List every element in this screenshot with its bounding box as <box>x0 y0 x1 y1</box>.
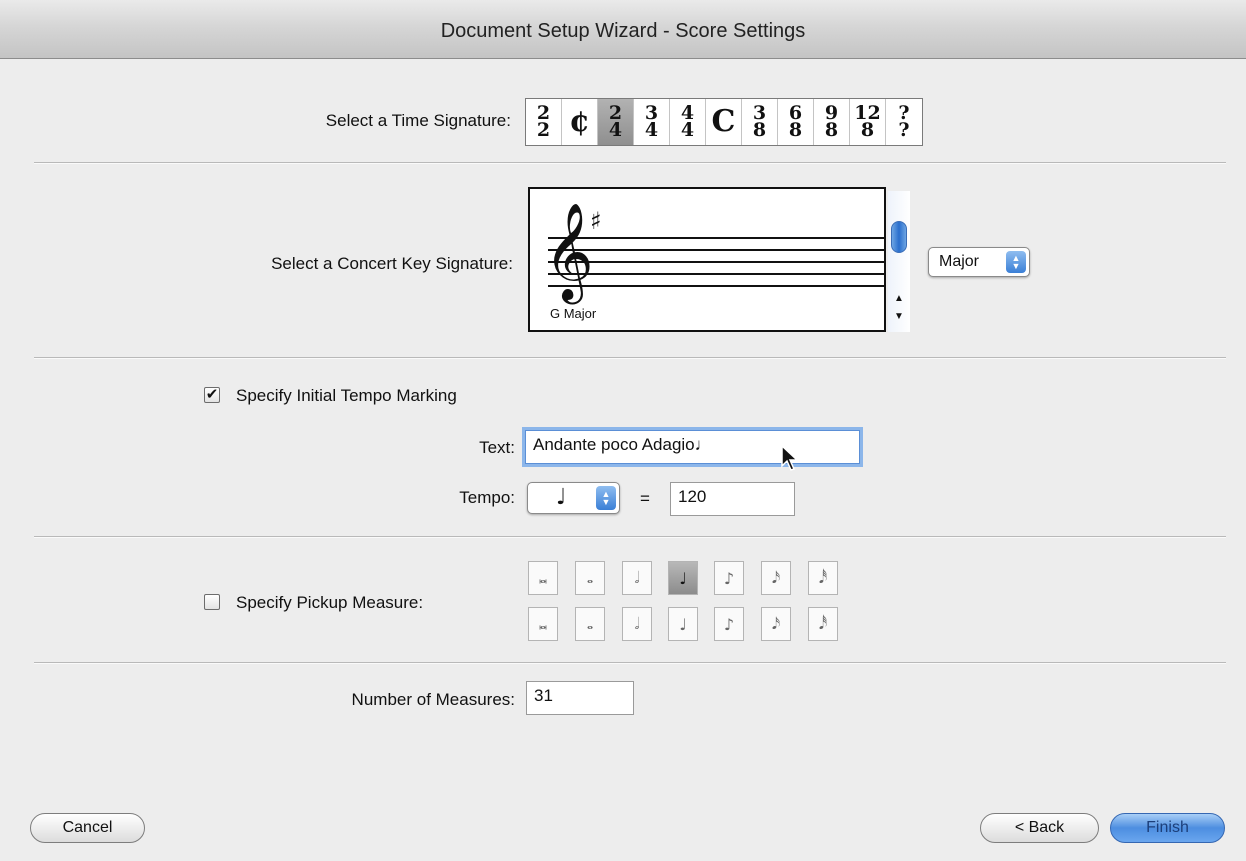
time-signature-option[interactable]: 44 <box>670 99 706 145</box>
time-signature-option[interactable]: 38 <box>742 99 778 145</box>
pickup-duration-option[interactable]: ♩ <box>668 561 698 595</box>
mouse-cursor-icon <box>781 444 799 471</box>
pickup-duration-option[interactable]: 𝅘𝅥𝅯 <box>761 561 791 595</box>
tempo-checkbox-label: Specify Initial Tempo Marking <box>236 386 457 405</box>
tempo-checkbox[interactable]: ✔ <box>204 387 220 403</box>
key-mode-popup[interactable]: Major ▲ ▼ <box>928 247 1030 277</box>
measures-field[interactable]: 31 <box>526 681 634 715</box>
popup-stepper-icon: ▲ ▼ <box>1006 251 1026 273</box>
measures-label: Number of Measures: <box>351 690 515 709</box>
pickup-duration-option[interactable]: ♩ <box>668 607 698 641</box>
text-label: Text: <box>479 438 515 457</box>
separator <box>34 357 1226 359</box>
measures-value: 31 <box>534 686 553 705</box>
tempo-note-popup[interactable]: ♩ ▲ ▼ <box>527 482 620 514</box>
key-signature-label: Select a Concert Key Signature: <box>271 254 513 273</box>
treble-clef-icon: 𝄞 <box>544 202 594 300</box>
pickup-duration-option[interactable]: 𝅘𝅥𝅰 <box>808 561 838 595</box>
pickup-duration-option[interactable]: 𝅘𝅥𝅰 <box>808 607 838 641</box>
separator <box>34 536 1226 538</box>
separator <box>34 162 1226 164</box>
tempo-label: Tempo: <box>459 488 515 507</box>
back-button[interactable]: < Back <box>980 813 1099 843</box>
sharp-icon: ♯ <box>590 207 602 235</box>
pickup-duration-option[interactable]: ♪ <box>714 561 744 595</box>
scroll-thumb[interactable] <box>891 221 907 253</box>
time-signature-option[interactable]: 98 <box>814 99 850 145</box>
pickup-duration-option[interactable]: 𝅜 <box>528 607 558 641</box>
pickup-duration-option[interactable]: ♪ <box>714 607 744 641</box>
scroll-up-arrow-icon[interactable]: ▲ <box>892 293 906 305</box>
pickup-duration-option[interactable]: 𝅘𝅥𝅯 <box>761 607 791 641</box>
cancel-button[interactable]: Cancel <box>30 813 145 843</box>
time-signature-option[interactable]: 68 <box>778 99 814 145</box>
pickup-duration-option[interactable]: 𝅜 <box>528 561 558 595</box>
pickup-checkbox-label: Specify Pickup Measure: <box>236 593 424 612</box>
pickup-checkbox[interactable] <box>204 594 220 610</box>
equals-sign: = <box>640 489 650 508</box>
key-name-label: G Major <box>550 306 597 321</box>
time-signature-label: Select a Time Signature: <box>325 111 511 130</box>
tempo-bpm-field[interactable]: 120 <box>670 482 795 516</box>
time-signature-option[interactable]: C <box>706 99 742 145</box>
pickup-duration-option[interactable]: 𝅝 <box>575 561 605 595</box>
time-signature-option[interactable]: ?? <box>886 99 922 145</box>
key-scrollbar[interactable]: ▲ ▼ <box>888 191 910 332</box>
time-signature-selector[interactable]: 2 2 ¢ 2 4 3 4 4 4 C 3 8 6 8 9 8 12 8?? <box>525 98 923 146</box>
quarter-note-icon: ♩ <box>556 485 567 510</box>
checkmark-icon: ✔ <box>205 386 219 403</box>
tempo-text-value: Andante poco Adagio♩ <box>533 435 712 454</box>
finish-button[interactable]: Finish <box>1110 813 1225 843</box>
key-signature-staff[interactable]: 𝄞 ♯ G Major <box>528 187 886 332</box>
scroll-down-arrow-icon[interactable]: ▼ <box>892 311 906 323</box>
separator <box>34 662 1226 664</box>
popup-stepper-icon: ▲ ▼ <box>596 486 616 510</box>
window-title: Document Setup Wizard - Score Settings <box>0 0 1246 59</box>
time-signature-option[interactable]: ¢ <box>562 99 598 145</box>
time-signature-option[interactable]: 34 <box>634 99 670 145</box>
pickup-duration-option[interactable]: 𝅗𝅥 <box>622 607 652 641</box>
time-signature-option[interactable]: 12 8 <box>850 99 886 145</box>
key-mode-value: Major <box>939 253 980 270</box>
pickup-duration-option[interactable]: 𝅝 <box>575 607 605 641</box>
tempo-bpm-value: 120 <box>678 487 707 506</box>
tempo-text-field[interactable]: Andante poco Adagio♩ <box>525 430 860 464</box>
pickup-duration-option[interactable]: 𝅗𝅥 <box>622 561 652 595</box>
time-signature-option[interactable]: 24 <box>598 99 634 145</box>
time-signature-option[interactable]: 22 <box>526 99 562 145</box>
